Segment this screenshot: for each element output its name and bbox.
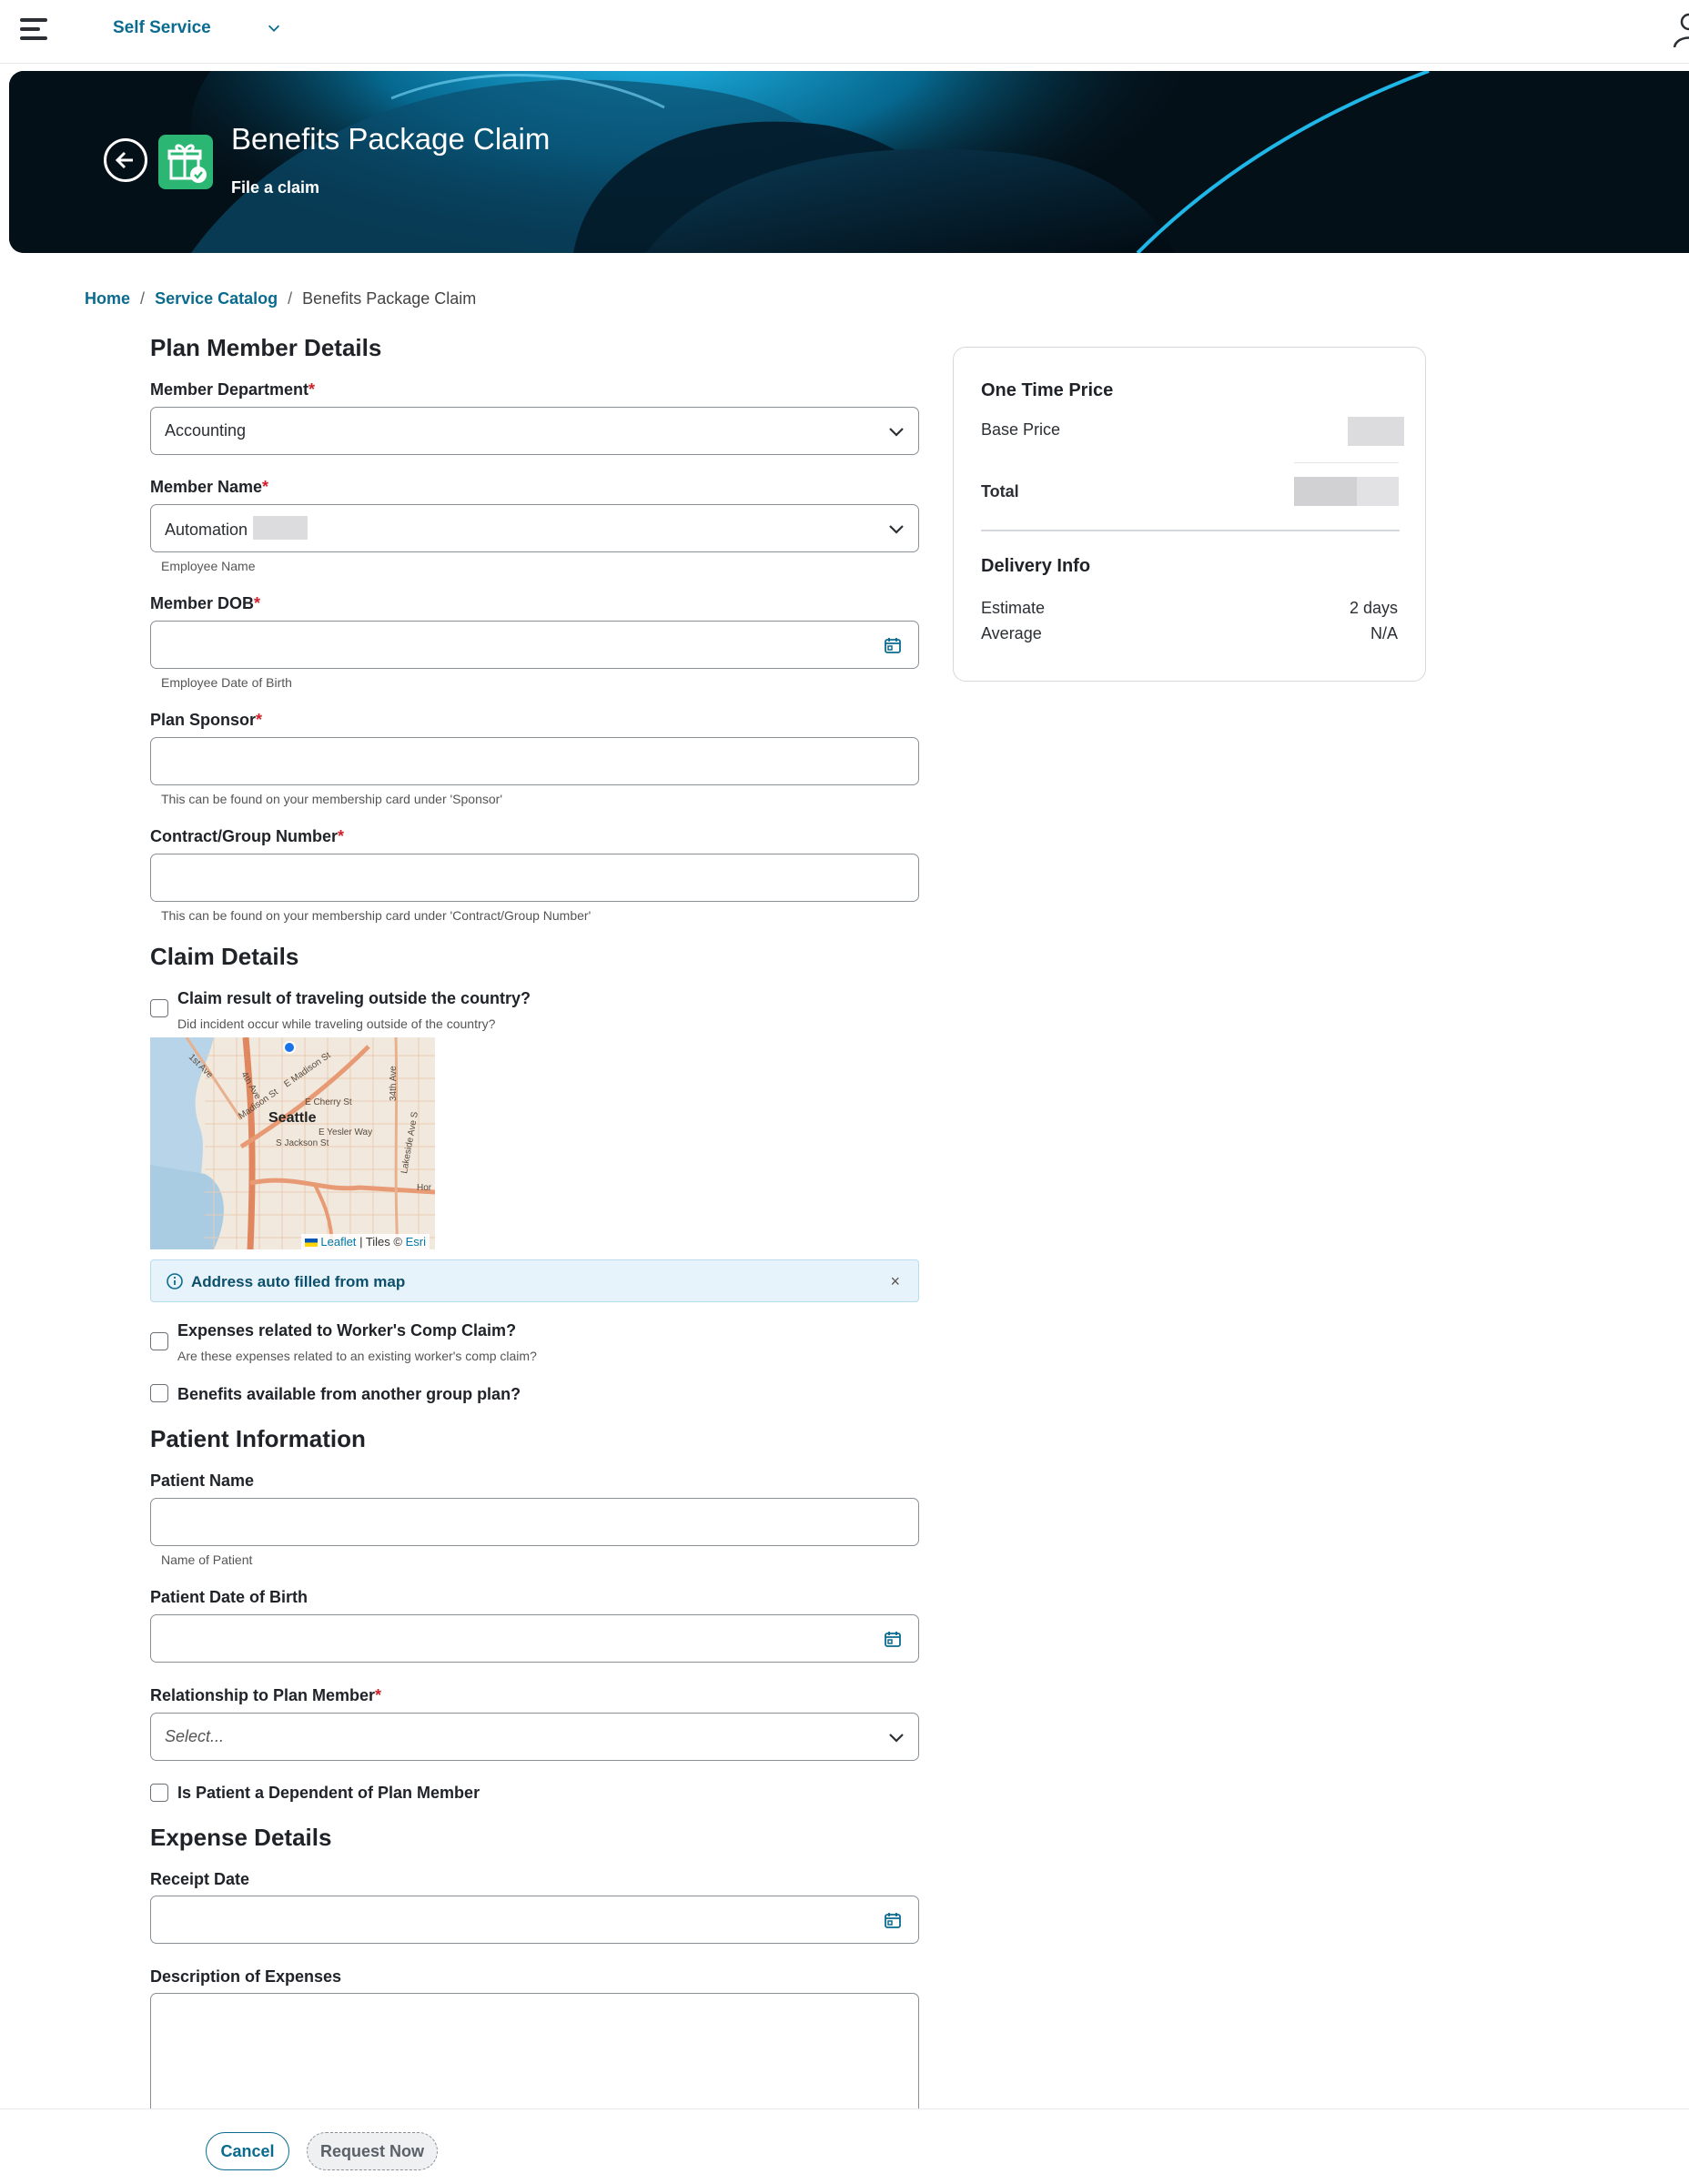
back-button[interactable] bbox=[104, 138, 147, 182]
breadcrumb-home-link[interactable]: Home bbox=[85, 289, 130, 308]
page-subtitle: File a claim bbox=[231, 178, 320, 197]
patient-dob-label: Patient Date of Birth bbox=[150, 1588, 308, 1606]
description-label: Description of Expenses bbox=[150, 1967, 342, 1986]
calendar-icon[interactable] bbox=[884, 1630, 902, 1648]
app-switcher-label[interactable]: Self Service bbox=[113, 18, 211, 38]
breadcrumb: Home / Service Catalog / Benefits Packag… bbox=[85, 289, 476, 308]
calendar-icon[interactable] bbox=[884, 636, 902, 654]
relationship-select[interactable]: Select... bbox=[150, 1713, 919, 1761]
member-name-helper: Employee Name bbox=[161, 559, 256, 573]
top-bar: Self Service bbox=[0, 0, 1689, 64]
estimate-value: 2 days bbox=[1349, 599, 1398, 617]
chevron-down-icon bbox=[889, 525, 904, 534]
member-dob-input[interactable] bbox=[150, 621, 919, 669]
breadcrumb-separator: / bbox=[140, 289, 146, 308]
total-value-redacted bbox=[1294, 477, 1399, 506]
travel-checkbox[interactable] bbox=[150, 999, 168, 1017]
member-name-select[interactable]: Automation bbox=[150, 504, 919, 552]
workers-comp-label: Expenses related to Worker's Comp Claim? bbox=[177, 1321, 517, 1340]
cancel-button[interactable]: Cancel bbox=[206, 2132, 289, 2170]
gift-check-icon bbox=[158, 135, 213, 189]
map-attribution-text: | Tiles © bbox=[359, 1235, 402, 1249]
plan-member-section-title: Plan Member Details bbox=[150, 334, 382, 361]
plan-sponsor-label: Plan Sponsor* bbox=[150, 711, 263, 729]
close-icon[interactable]: × bbox=[890, 1272, 900, 1291]
other-plan-label: Benefits available from another group pl… bbox=[177, 1385, 521, 1403]
patient-name-helper: Name of Patient bbox=[161, 1552, 253, 1567]
page-title: Benefits Package Claim bbox=[231, 122, 551, 156]
workers-comp-helper: Are these expenses related to an existin… bbox=[177, 1349, 537, 1363]
other-plan-checkbox[interactable] bbox=[150, 1384, 168, 1402]
dependent-checkbox[interactable] bbox=[150, 1784, 168, 1802]
plan-sponsor-helper: This can be found on your membership car… bbox=[161, 792, 502, 806]
delivery-info-title: Delivery Info bbox=[981, 556, 1091, 576]
contract-group-input[interactable] bbox=[150, 854, 919, 902]
ukraine-flag-icon bbox=[305, 1239, 319, 1248]
info-alert: Address auto filled from map × bbox=[150, 1259, 919, 1302]
calendar-icon[interactable] bbox=[884, 1911, 902, 1929]
average-label: Average bbox=[981, 624, 1042, 642]
leaflet-link[interactable]: Leaflet bbox=[320, 1235, 356, 1249]
map-street-label: E Yesler Way bbox=[319, 1127, 372, 1138]
member-department-select[interactable]: Accounting bbox=[150, 407, 919, 455]
base-price-value-redacted bbox=[1348, 417, 1404, 446]
breadcrumb-current: Benefits Package Claim bbox=[302, 289, 477, 308]
chevron-down-icon[interactable] bbox=[266, 20, 282, 36]
member-name-value: Automation bbox=[165, 516, 308, 542]
one-time-price-title: One Time Price bbox=[981, 380, 1114, 400]
redacted-block bbox=[253, 516, 308, 540]
member-dob-label: Member DOB* bbox=[150, 594, 261, 612]
breadcrumb-catalog-link[interactable]: Service Catalog bbox=[155, 289, 278, 308]
patient-section-title: Patient Information bbox=[150, 1425, 366, 1452]
member-department-label: Member Department* bbox=[150, 380, 316, 399]
patient-name-label: Patient Name bbox=[150, 1471, 255, 1490]
price-summary-card: One Time Price Base Price Total Delivery… bbox=[953, 347, 1426, 682]
member-dob-helper: Employee Date of Birth bbox=[161, 675, 292, 690]
receipt-date-label: Receipt Date bbox=[150, 1870, 250, 1888]
user-icon[interactable] bbox=[1673, 11, 1689, 47]
base-price-label: Base Price bbox=[981, 420, 1061, 439]
claim-section-title: Claim Details bbox=[150, 943, 299, 970]
breadcrumb-separator: / bbox=[288, 289, 293, 308]
esri-link[interactable]: Esri bbox=[406, 1235, 426, 1249]
estimate-label: Estimate bbox=[981, 599, 1046, 617]
action-bar: Cancel Request Now bbox=[0, 2108, 1689, 2184]
member-department-value: Accounting bbox=[165, 421, 247, 440]
divider bbox=[981, 530, 1400, 531]
location-map[interactable]: Seattle E Cherry St E Yesler Way S Jacks… bbox=[150, 1037, 435, 1249]
map-city-label: Seattle bbox=[268, 1110, 317, 1126]
contract-group-label: Contract/Group Number* bbox=[150, 827, 345, 845]
hamburger-icon[interactable] bbox=[20, 18, 47, 40]
info-icon bbox=[167, 1273, 183, 1289]
contract-group-helper: This can be found on your membership car… bbox=[161, 908, 592, 923]
relationship-label: Relationship to Plan Member* bbox=[150, 1686, 382, 1704]
map-street-label: Hor bbox=[417, 1183, 432, 1193]
workers-comp-checkbox[interactable] bbox=[150, 1332, 168, 1350]
total-label: Total bbox=[981, 482, 1019, 500]
info-alert-text: Address auto filled from map bbox=[191, 1273, 406, 1290]
expense-section-title: Expense Details bbox=[150, 1824, 332, 1851]
map-tiles: Seattle E Cherry St E Yesler Way S Jacks… bbox=[150, 1037, 435, 1249]
arrow-left-icon bbox=[115, 151, 133, 169]
member-name-label: Member Name* bbox=[150, 478, 269, 496]
divider bbox=[1294, 462, 1399, 463]
dependent-label: Is Patient a Dependent of Plan Member bbox=[177, 1784, 480, 1802]
chevron-down-icon bbox=[889, 1734, 904, 1743]
request-now-button[interactable]: Request Now bbox=[307, 2132, 438, 2170]
travel-checkbox-helper: Did incident occur while traveling outsi… bbox=[177, 1016, 496, 1031]
patient-name-input[interactable] bbox=[150, 1498, 919, 1546]
chevron-down-icon bbox=[889, 428, 904, 437]
map-street-label: E Cherry St bbox=[305, 1097, 352, 1107]
average-value: N/A bbox=[1370, 624, 1398, 642]
patient-dob-input[interactable] bbox=[150, 1614, 919, 1663]
relationship-placeholder: Select... bbox=[165, 1727, 225, 1745]
hero-banner: Benefits Package Claim File a claim bbox=[9, 71, 1689, 253]
hero-background bbox=[9, 71, 1689, 253]
receipt-date-input[interactable] bbox=[150, 1896, 919, 1944]
map-street-label: 34th Ave bbox=[389, 1066, 399, 1101]
plan-sponsor-input[interactable] bbox=[150, 737, 919, 785]
map-street-label: S Jackson St bbox=[276, 1138, 329, 1148]
travel-checkbox-label: Claim result of traveling outside the co… bbox=[177, 989, 531, 1007]
map-attribution: Leaflet | Tiles © Esri bbox=[301, 1234, 430, 1249]
